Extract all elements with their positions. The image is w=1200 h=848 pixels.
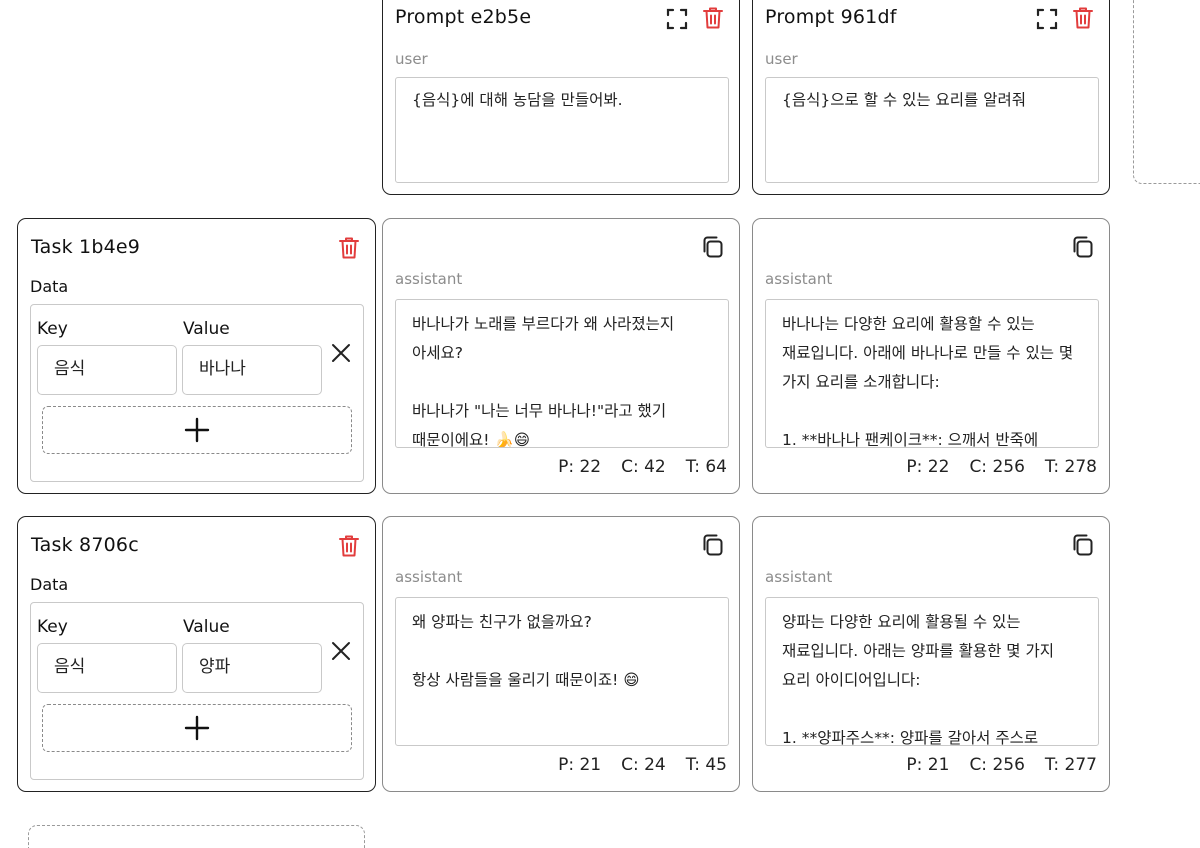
- token-stats: P: 21 C: 256 T: 277: [906, 755, 1097, 775]
- token-stats: P: 21 C: 24 T: 45: [558, 755, 727, 775]
- result-card: assistant 양파는 다양한 요리에 활용될 수 있는 재료입니다. 아래…: [752, 516, 1110, 792]
- role-label: user: [395, 50, 428, 68]
- completion-tokens: C: 256: [969, 755, 1025, 775]
- response-textarea[interactable]: 왜 양파는 친구가 없을까요? 항상 사람들을 울리기 때문이죠! 😄: [395, 597, 729, 746]
- total-tokens: T: 277: [1044, 755, 1097, 775]
- add-row-button[interactable]: [42, 704, 352, 752]
- prompt-card: Prompt e2b5e user {음식}에 대해 농담을 만들어봐.: [382, 0, 740, 195]
- close-icon[interactable]: [330, 342, 352, 364]
- role-label: assistant: [765, 568, 833, 586]
- expand-icon[interactable]: [1036, 8, 1058, 30]
- trash-icon[interactable]: [1072, 6, 1094, 30]
- data-label: Data: [30, 277, 69, 296]
- value-header: Value: [183, 617, 230, 637]
- result-card: assistant 바나나가 노래를 부르다가 왜 사라졌는지 아세요? 바나나…: [382, 218, 740, 494]
- token-stats: P: 22 C: 256 T: 278: [906, 457, 1097, 477]
- completion-tokens: C: 42: [621, 457, 666, 477]
- trash-icon[interactable]: [702, 6, 724, 30]
- key-header: Key: [37, 319, 68, 339]
- prompt-card: Prompt 961df user {음식}으로 할 수 있는 요리를 알려줘: [752, 0, 1110, 195]
- total-tokens: T: 45: [685, 755, 727, 775]
- value-input[interactable]: 양파: [182, 643, 322, 693]
- total-tokens: T: 64: [685, 457, 727, 477]
- data-label: Data: [30, 575, 69, 594]
- prompt-tokens: P: 21: [906, 755, 950, 775]
- data-table: Key Value 음식 바나나: [30, 304, 364, 482]
- completion-tokens: C: 24: [621, 755, 666, 775]
- prompt-textarea[interactable]: {음식}으로 할 수 있는 요리를 알려줘: [765, 77, 1099, 183]
- completion-tokens: C: 256: [969, 457, 1025, 477]
- prompt-tokens: P: 22: [906, 457, 950, 477]
- response-textarea[interactable]: 바나나가 노래를 부르다가 왜 사라졌는지 아세요? 바나나가 "나는 너무 바…: [395, 299, 729, 448]
- copy-icon[interactable]: [701, 235, 725, 259]
- response-textarea[interactable]: 바나나는 다양한 요리에 활용할 수 있는 재료입니다. 아래에 바나나로 만들…: [765, 299, 1099, 448]
- key-header: Key: [37, 617, 68, 637]
- total-tokens: T: 278: [1044, 457, 1097, 477]
- data-table: Key Value 음식 양파: [30, 602, 364, 780]
- result-card: assistant 왜 양파는 친구가 없을까요? 항상 사람들을 울리기 때문…: [382, 516, 740, 792]
- task-card: Task 1b4e9 Data Key Value 음식 바나나: [17, 218, 376, 494]
- expand-icon[interactable]: [666, 8, 688, 30]
- prompt-title: Prompt e2b5e: [395, 6, 532, 28]
- task-title: Task 8706c: [31, 534, 139, 556]
- plus-icon: [184, 417, 210, 443]
- task-card: Task 8706c Data Key Value 음식 양파: [17, 516, 376, 792]
- role-label: user: [765, 50, 798, 68]
- plus-icon: [184, 715, 210, 741]
- prompt-tokens: P: 21: [558, 755, 602, 775]
- key-input[interactable]: 음식: [37, 643, 177, 693]
- task-title: Task 1b4e9: [31, 236, 141, 258]
- role-label: assistant: [395, 568, 463, 586]
- add-prompt-placeholder[interactable]: [1133, 0, 1200, 184]
- prompt-title: Prompt 961df: [765, 6, 897, 28]
- role-label: assistant: [765, 270, 833, 288]
- response-textarea[interactable]: 양파는 다양한 요리에 활용될 수 있는 재료입니다. 아래는 양파를 활용한 …: [765, 597, 1099, 746]
- copy-icon[interactable]: [1071, 235, 1095, 259]
- close-icon[interactable]: [330, 640, 352, 662]
- role-label: assistant: [395, 270, 463, 288]
- result-card: assistant 바나나는 다양한 요리에 활용할 수 있는 재료입니다. 아…: [752, 218, 1110, 494]
- copy-icon[interactable]: [1071, 533, 1095, 557]
- add-row-button[interactable]: [42, 406, 352, 454]
- copy-icon[interactable]: [701, 533, 725, 557]
- key-input[interactable]: 음식: [37, 345, 177, 395]
- add-task-placeholder[interactable]: [28, 825, 365, 848]
- token-stats: P: 22 C: 42 T: 64: [558, 457, 727, 477]
- trash-icon[interactable]: [338, 534, 360, 558]
- prompt-tokens: P: 22: [558, 457, 602, 477]
- value-header: Value: [183, 319, 230, 339]
- value-input[interactable]: 바나나: [182, 345, 322, 395]
- trash-icon[interactable]: [338, 236, 360, 260]
- prompt-textarea[interactable]: {음식}에 대해 농담을 만들어봐.: [395, 77, 729, 183]
